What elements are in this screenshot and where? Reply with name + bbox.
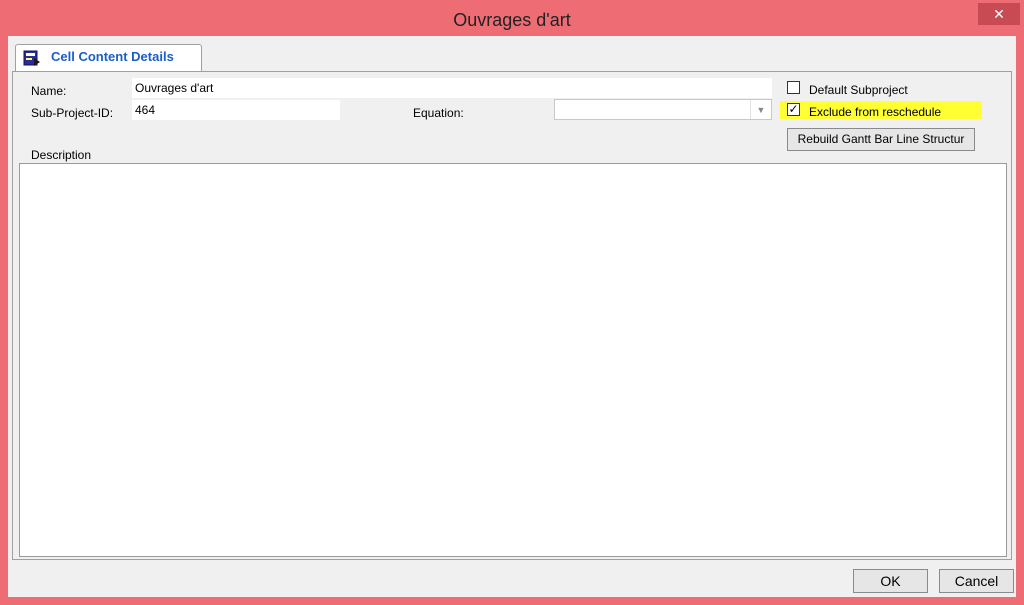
- chevron-down-icon[interactable]: ▼: [750, 100, 771, 119]
- name-input[interactable]: Ouvrages d'art: [132, 78, 772, 98]
- window-title: Ouvrages d'art: [453, 10, 571, 30]
- close-button[interactable]: ✕: [978, 3, 1020, 25]
- name-label: Name:: [31, 84, 67, 98]
- default-subproject-checkbox[interactable]: [787, 81, 800, 94]
- description-textarea[interactable]: [19, 163, 1007, 557]
- default-subproject-label: Default Subproject: [809, 83, 908, 97]
- subproject-id-label: Sub-Project-ID:: [31, 106, 114, 120]
- tab-label: Cell Content Details: [51, 49, 174, 64]
- equation-value: [555, 100, 751, 119]
- equation-label: Equation:: [413, 106, 464, 120]
- exclude-from-reschedule-label: Exclude from reschedule: [809, 105, 942, 119]
- dialog-window: Ouvrages d'art ✕ Cell Content Details Na…: [0, 0, 1024, 605]
- description-label: Description: [31, 148, 92, 162]
- dialog-client-area: Cell Content Details Name: Ouvrages d'ar…: [8, 36, 1016, 597]
- cancel-button[interactable]: Cancel: [939, 569, 1014, 593]
- cell-details-icon: [23, 49, 41, 67]
- exclude-from-reschedule-checkbox[interactable]: ✓: [787, 103, 800, 116]
- tab-cell-content-details[interactable]: Cell Content Details: [15, 44, 202, 71]
- subproject-id-input[interactable]: 464: [132, 100, 340, 120]
- equation-dropdown[interactable]: ▼: [554, 99, 772, 120]
- ok-button[interactable]: OK: [853, 569, 928, 593]
- rebuild-gantt-button[interactable]: Rebuild Gantt Bar Line Structur: [787, 128, 975, 151]
